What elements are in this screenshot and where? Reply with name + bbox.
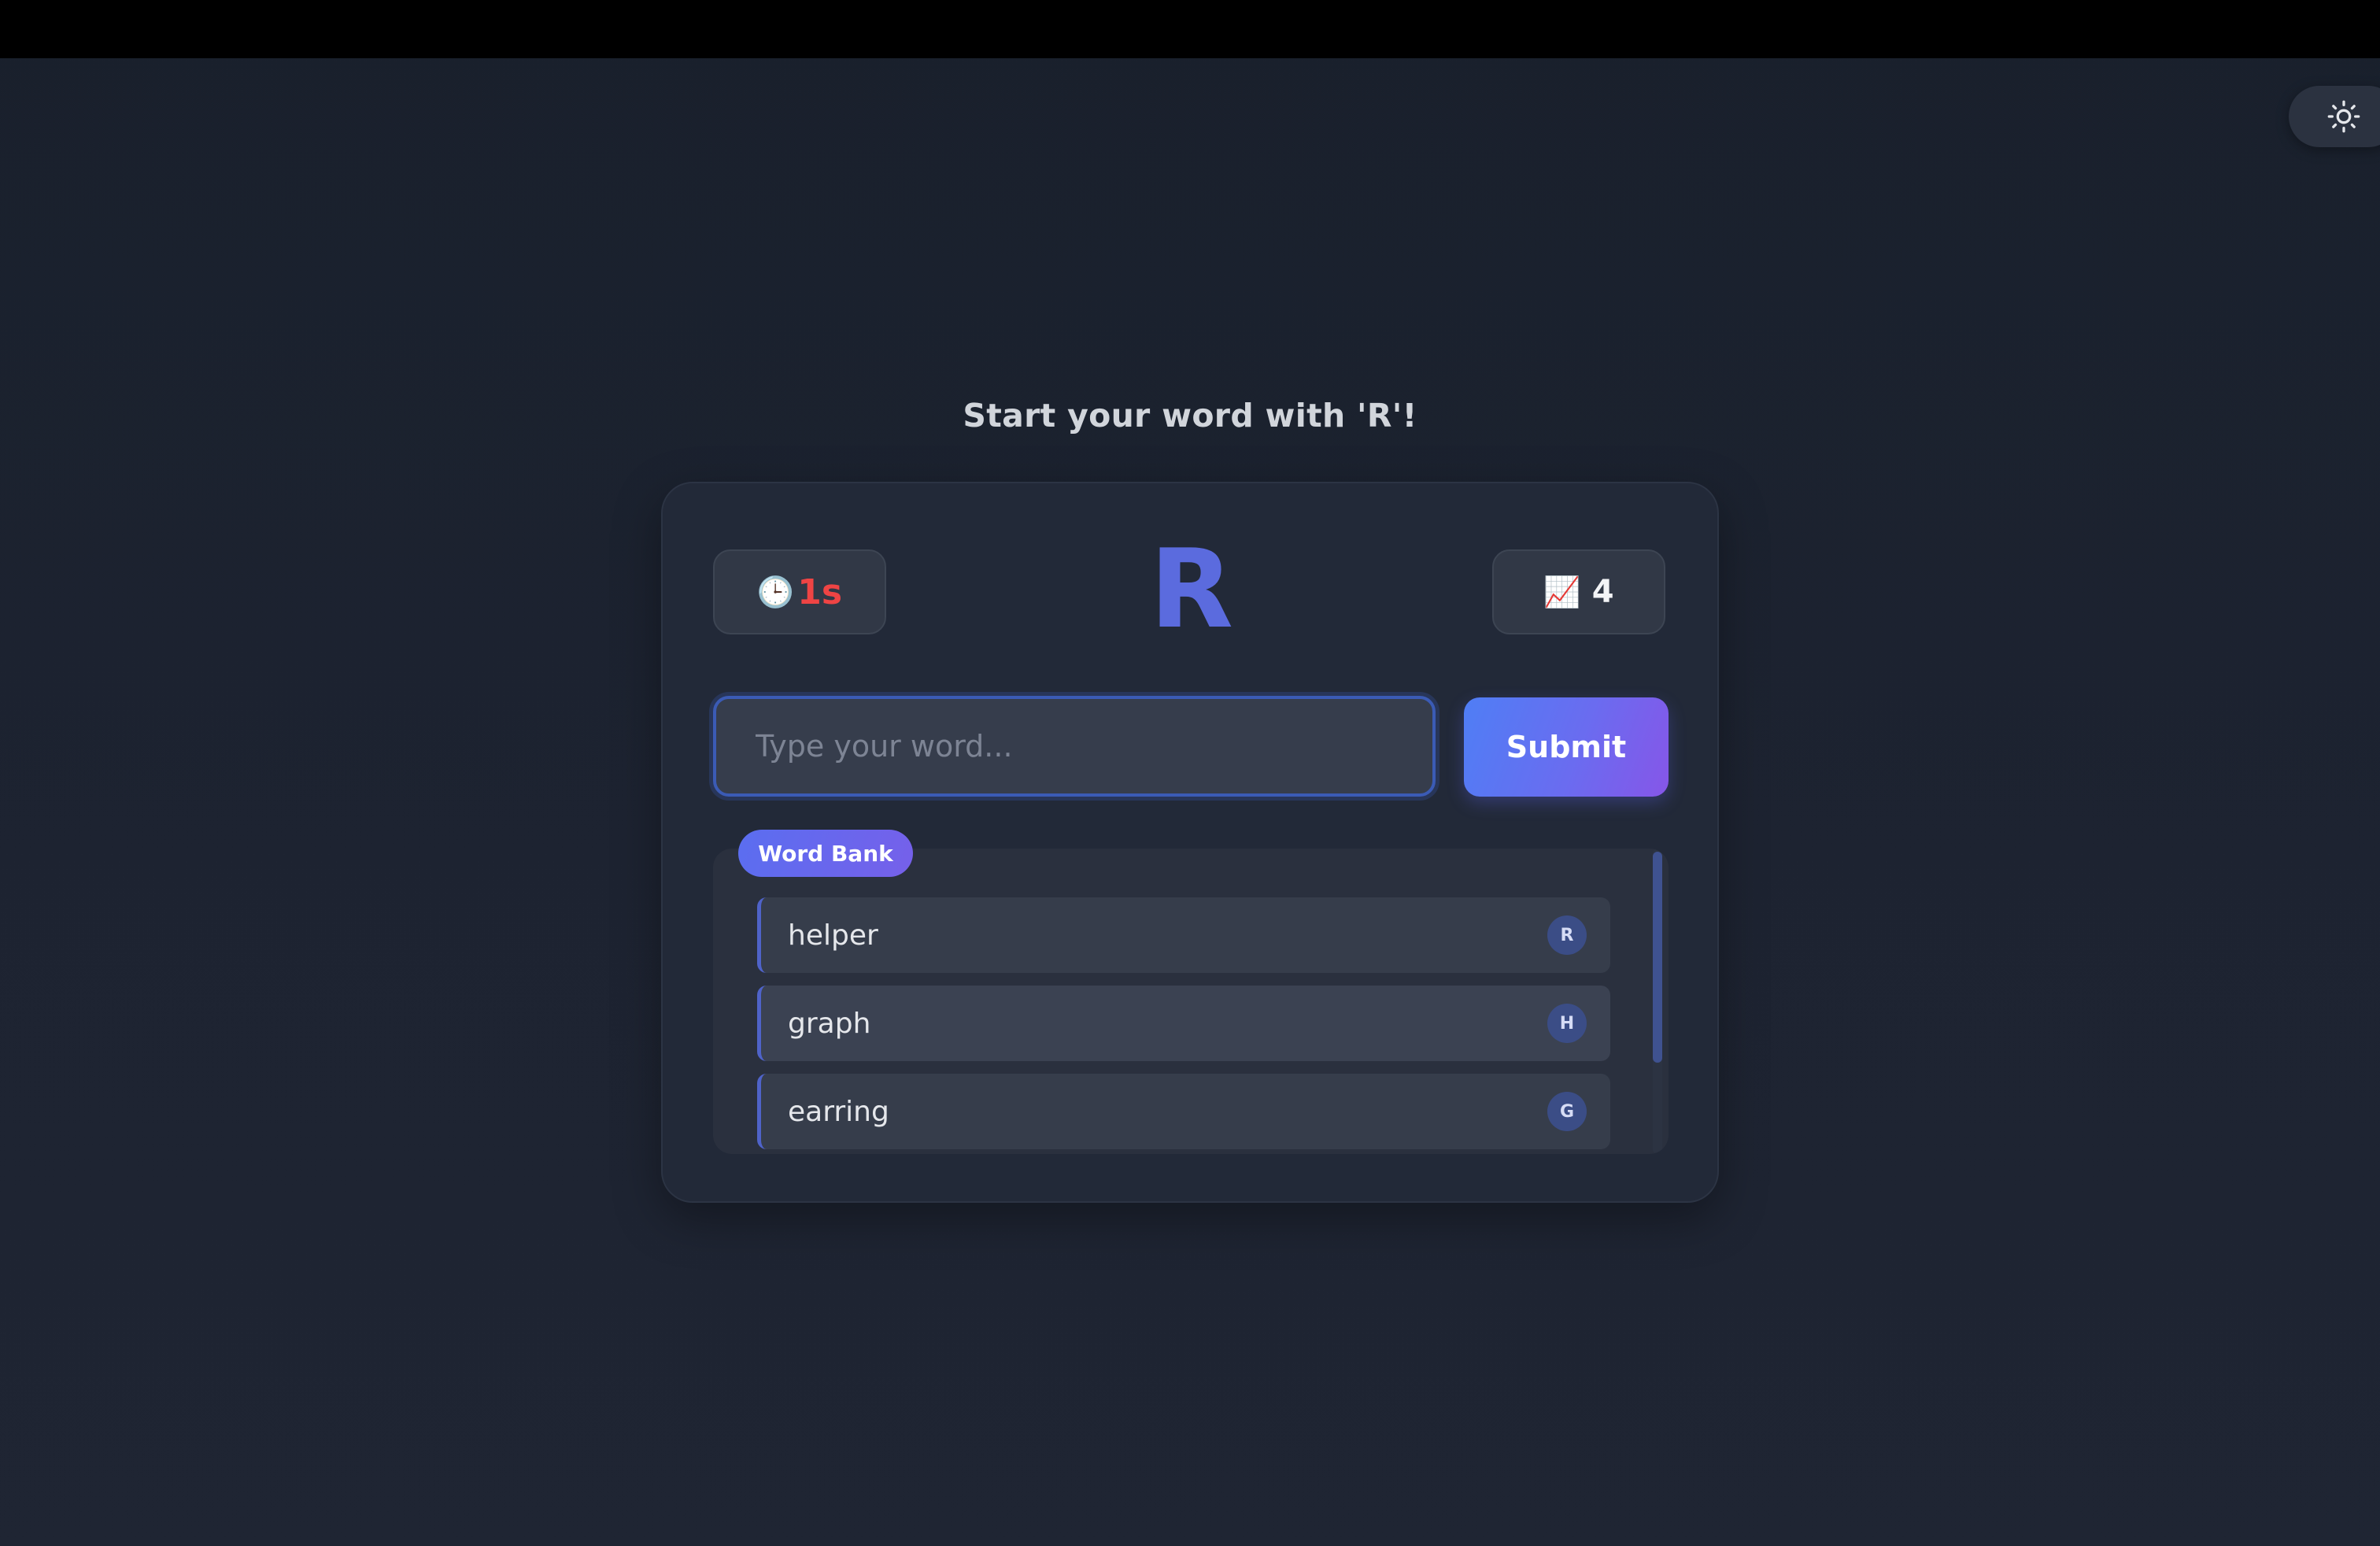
word-bank-scrollbar-thumb[interactable] (1653, 852, 1662, 1063)
score-display: 📈 4 (1492, 549, 1665, 634)
word-bank-badge: H (1547, 1004, 1587, 1043)
word-input[interactable] (713, 696, 1436, 797)
word-bank[interactable]: helper R graph H earring G (713, 849, 1669, 1154)
word-bank-word: graph (788, 1007, 871, 1040)
word-bank-word: earring (788, 1095, 889, 1128)
clock-icon: 🕒 (756, 575, 795, 609)
prompt-title: Start your word with 'R'! (963, 397, 1417, 435)
word-bank-item[interactable]: helper R (757, 897, 1610, 973)
word-bank-badge: R (1547, 915, 1587, 955)
chart-increasing-icon: 📈 (1543, 575, 1581, 609)
game-card: 🕒 1s R 📈 4 Submit helper R graph H earri… (661, 482, 1719, 1203)
target-letter: R (1149, 526, 1234, 653)
score-value: 4 (1591, 574, 1614, 610)
word-bank-list: helper R graph H earring G (757, 897, 1610, 1154)
word-bank-item[interactable]: earring G (757, 1074, 1610, 1149)
sun-icon (2327, 100, 2360, 133)
timer-value: 1s (797, 571, 843, 612)
word-bank-word: helper (788, 919, 878, 952)
word-bank-label: Word Bank (738, 830, 913, 877)
submit-button[interactable]: Submit (1464, 697, 1669, 797)
theme-toggle-button[interactable] (2289, 86, 2380, 147)
word-bank-badge: G (1547, 1092, 1587, 1131)
timer-display: 🕒 1s (713, 549, 886, 634)
top-bar (0, 0, 2380, 58)
word-bank-item[interactable]: graph H (757, 986, 1610, 1061)
